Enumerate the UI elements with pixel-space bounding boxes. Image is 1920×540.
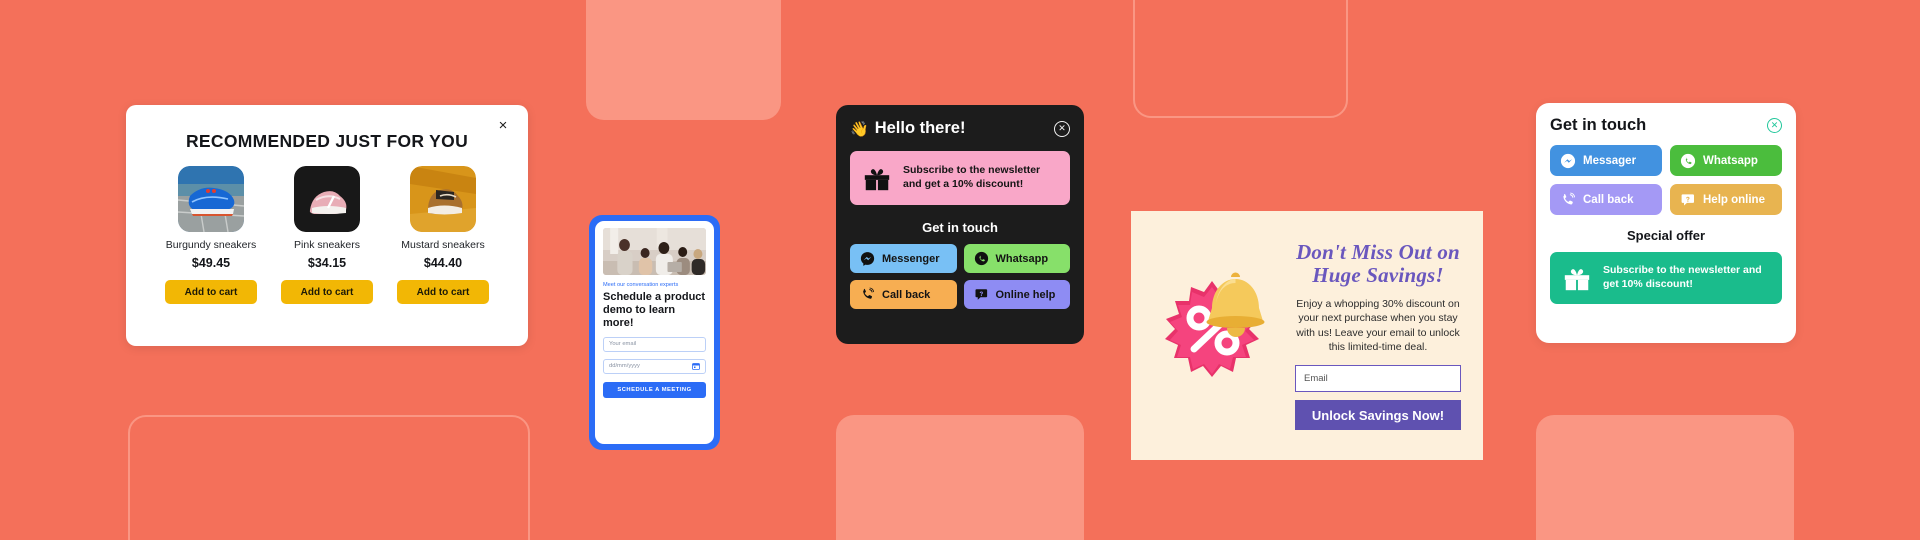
get-in-touch-label: Get in touch xyxy=(922,220,998,235)
product-name: Pink sneakers xyxy=(294,239,360,251)
background-placeholder-bottom-mid xyxy=(836,415,1084,540)
gift-icon xyxy=(864,169,890,191)
hello-title-group: 👋 Hello there! xyxy=(850,119,965,138)
whatsapp-icon xyxy=(974,251,988,266)
hero-image-team-meeting xyxy=(603,228,706,275)
messenger-icon xyxy=(860,252,875,266)
product-price: $34.15 xyxy=(307,256,347,270)
hello-there-widget-card: 👋 Hello there! ✕ Subscribe to the newsle… xyxy=(836,105,1084,344)
close-icon[interactable]: ✕ xyxy=(1767,118,1782,133)
channel-label: Messager xyxy=(1583,154,1637,167)
percent-badge-bell-illustration xyxy=(1165,272,1265,377)
email-placeholder: Email xyxy=(1304,373,1328,385)
channel-label: Online help xyxy=(995,288,1056,301)
product-price: $44.40 xyxy=(423,256,463,270)
phone-eyebrow-text: Meet our conversation experts xyxy=(603,282,679,288)
list-item: Mustard sneakers $44.40 Add to cart xyxy=(397,166,489,304)
messenger-icon xyxy=(1560,153,1576,168)
canvas: × RECOMMENDED JUST FOR YOU Burgundy snea… xyxy=(0,0,1920,540)
get-in-touch-widget-card: Get in touch ✕ Messager Whatsapp Call ba… xyxy=(1536,103,1796,343)
newsletter-promo-text: Subscribe to the newsletter and get a 10… xyxy=(903,164,1041,190)
add-to-cart-button[interactable]: Add to cart xyxy=(281,280,373,304)
channel-button-messager[interactable]: Messager xyxy=(1550,145,1662,176)
channel-label: Call back xyxy=(1583,193,1634,206)
list-item: Pink sneakers $34.15 Add to cart xyxy=(281,166,373,304)
close-icon[interactable]: ✕ xyxy=(1054,120,1070,137)
channel-button-online-help[interactable]: Online help xyxy=(963,280,1070,309)
hello-title-text: Hello there! xyxy=(874,119,966,137)
list-item: Burgundy sneakers $49.45 Add to cart xyxy=(165,166,257,304)
product-price: $49.45 xyxy=(191,256,231,270)
phone-icon xyxy=(1563,192,1575,204)
get-in-touch-title: Get in touch xyxy=(1550,116,1647,134)
product-image-mustard-sneakers xyxy=(410,166,476,232)
calendar-icon[interactable] xyxy=(692,362,700,371)
channel-button-grid: Messager Whatsapp Call back Help online xyxy=(1550,145,1782,215)
channel-label: Messenger xyxy=(882,252,940,265)
channel-button-grid: Messenger Whatsapp Call back Online help xyxy=(850,244,1070,309)
unlock-savings-button[interactable]: Unlock Savings Now! xyxy=(1295,400,1461,431)
product-name: Burgundy sneakers xyxy=(165,239,257,251)
channel-button-messenger[interactable]: Messenger xyxy=(850,244,957,273)
email-field[interactable]: Your email xyxy=(603,336,706,352)
date-placeholder: dd/mm/yyyy xyxy=(609,363,640,370)
huge-savings-promo-card: Don't Miss Out on Huge Savings! Enjoy a … xyxy=(1131,211,1483,460)
newsletter-promo-text: Subscribe to the newsletter and get 10% … xyxy=(1603,264,1762,290)
whatsapp-icon xyxy=(1680,153,1696,168)
channel-button-help-online[interactable]: Help online xyxy=(1670,184,1782,215)
newsletter-promo-banner[interactable]: Subscribe to the newsletter and get a 10… xyxy=(850,151,1070,205)
email-placeholder: Your email xyxy=(609,341,637,348)
waving-hand-icon: 👋 xyxy=(850,120,869,138)
background-placeholder-top-left xyxy=(586,0,781,120)
product-list: Burgundy sneakers $49.45 Add to cart Pin… xyxy=(154,166,500,304)
page-title: RECOMMENDED JUST FOR YOU xyxy=(185,131,469,151)
savings-body-text: Enjoy a whopping 30% discount on your ne… xyxy=(1296,297,1460,353)
channel-button-call-back[interactable]: Call back xyxy=(1550,184,1662,215)
recommended-products-card: × RECOMMENDED JUST FOR YOU Burgundy snea… xyxy=(126,105,528,346)
product-image-pink-sneakers xyxy=(294,166,360,232)
special-offer-label: Special offer xyxy=(1626,228,1706,243)
date-field[interactable]: dd/mm/yyyy xyxy=(603,358,706,374)
channel-button-whatsapp[interactable]: Whatsapp xyxy=(963,244,1070,273)
channel-button-call-back[interactable]: Call back xyxy=(850,280,957,309)
add-to-cart-button[interactable]: Add to cart xyxy=(397,280,489,304)
get-in-touch-header: Get in touch ✕ xyxy=(1550,116,1782,135)
add-to-cart-button[interactable]: Add to cart xyxy=(165,280,257,304)
help-icon xyxy=(1681,193,1694,206)
channel-button-whatsapp[interactable]: Whatsapp xyxy=(1670,145,1782,176)
phone-headline: Schedule a product demo to learn more! xyxy=(603,291,706,329)
email-input[interactable]: Email xyxy=(1295,365,1461,393)
channel-label: Whatsapp xyxy=(995,252,1049,265)
savings-content: Don't Miss Out on Huge Savings! Enjoy a … xyxy=(1295,239,1465,431)
close-icon[interactable]: × xyxy=(494,117,512,135)
product-name: Mustard sneakers xyxy=(401,239,485,251)
background-placeholder-bottom-right xyxy=(1536,415,1794,540)
hello-header: 👋 Hello there! ✕ xyxy=(850,119,1070,138)
savings-title: Don't Miss Out on Huge Savings! xyxy=(1296,239,1460,288)
channel-label: Call back xyxy=(882,288,931,301)
newsletter-promo-banner[interactable]: Subscribe to the newsletter and get 10% … xyxy=(1550,252,1782,304)
phone-icon xyxy=(863,287,875,299)
phone-screen: Meet our conversation experts Schedule a… xyxy=(595,221,714,444)
schedule-meeting-button[interactable]: SCHEDULE A MEETING xyxy=(603,381,706,398)
help-icon xyxy=(975,289,987,300)
channel-label: Whatsapp xyxy=(1703,154,1758,167)
channel-label: Help online xyxy=(1703,193,1765,206)
background-placeholder-top-right xyxy=(1133,0,1348,118)
product-image-burgundy-sneakers xyxy=(178,166,244,232)
gift-icon xyxy=(1564,269,1590,291)
background-placeholder-bottom-left xyxy=(128,415,530,540)
schedule-demo-phone-card: Meet our conversation experts Schedule a… xyxy=(589,215,720,450)
